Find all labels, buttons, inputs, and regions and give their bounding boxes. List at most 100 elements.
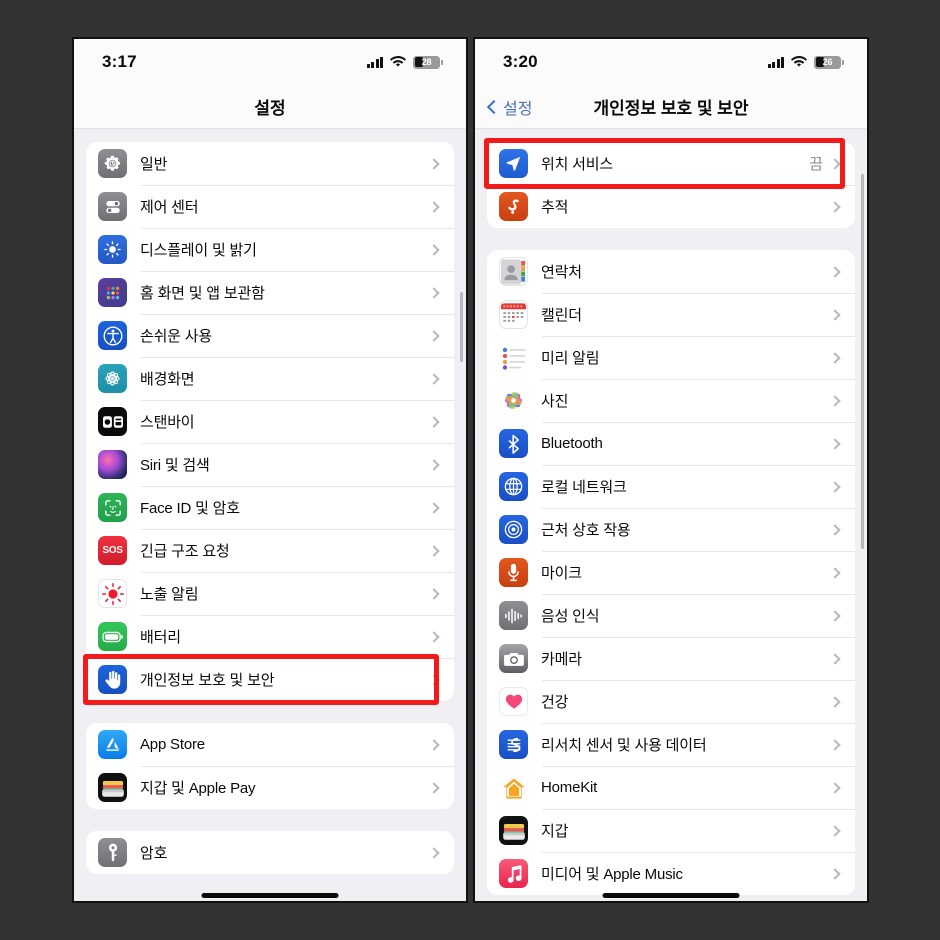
chevron-right-icon xyxy=(829,652,841,665)
list-row[interactable]: 근처 상호 작용 xyxy=(487,508,855,551)
list-row-label: 위치 서비스 xyxy=(541,156,613,173)
back-button[interactable]: 설정 xyxy=(486,95,532,119)
list-row[interactable]: 추적 xyxy=(487,185,855,228)
privacy-hand-icon xyxy=(98,665,127,694)
chevron-right-icon xyxy=(428,372,440,385)
control-center-icon xyxy=(98,192,127,221)
list-row[interactable]: 지갑 및 Apple Pay xyxy=(86,766,454,809)
list-row[interactable]: 리서치 센서 및 사용 데이터 xyxy=(487,723,855,766)
chevron-right-icon xyxy=(829,566,841,579)
list-row[interactable]: 로컬 네트워크 xyxy=(487,465,855,508)
chevron-right-icon xyxy=(829,437,841,450)
list-row[interactable]: 제어 센터 xyxy=(86,185,454,228)
list-row[interactable]: HomeKit xyxy=(487,766,855,809)
list-row-label: 노출 알림 xyxy=(140,586,199,603)
list-row-label: 건강 xyxy=(541,694,569,711)
chevron-right-icon xyxy=(829,609,841,622)
chevron-right-icon xyxy=(428,781,440,794)
list-row-label: 음성 인식 xyxy=(541,608,600,625)
standby-icon xyxy=(98,407,127,436)
list-row-label: Siri 및 검색 xyxy=(140,457,210,474)
page-title: 설정 xyxy=(254,99,286,118)
local-network-icon xyxy=(499,472,528,501)
list-row[interactable]: 개인정보 보호 및 보안 xyxy=(86,658,454,701)
chevron-right-icon xyxy=(829,523,841,536)
scrollbar-thumb[interactable] xyxy=(460,292,463,362)
screenshot-canvas: 3:17 28 설정 일반제어 센터디스플레이 및 밝기 홈 화면 및 앱 보관함… xyxy=(0,0,940,940)
list-row[interactable]: 배경화면 xyxy=(86,357,454,400)
list-row[interactable]: Face ID 및 암호 xyxy=(86,486,454,529)
list-row[interactable]: 카메라 xyxy=(487,637,855,680)
list-row-label: 추적 xyxy=(541,199,569,216)
brightness-icon xyxy=(98,235,127,264)
list-row-label: 마이크 xyxy=(541,565,582,582)
chevron-right-icon xyxy=(428,673,440,686)
list-row[interactable]: 연락처 xyxy=(487,250,855,293)
list-row[interactable]: 위치 서비스 끔 xyxy=(487,142,855,185)
list-row[interactable]: 사진 xyxy=(487,379,855,422)
wifi-icon xyxy=(791,56,807,68)
homekit-icon xyxy=(499,773,528,802)
list-row[interactable]: 일반 xyxy=(86,142,454,185)
exposure-notification-icon xyxy=(98,579,127,608)
health-heart-icon xyxy=(499,687,528,716)
settings-group: 위치 서비스 끔추적 xyxy=(487,142,855,228)
list-row[interactable]: 손쉬운 사용 xyxy=(86,314,454,357)
battery-icon: 26 xyxy=(814,55,844,69)
chevron-right-icon xyxy=(829,695,841,708)
right-status-bar: 3:20 26 xyxy=(475,39,867,85)
chevron-right-icon xyxy=(428,415,440,428)
list-row-label: 리서치 센서 및 사용 데이터 xyxy=(541,737,707,754)
list-row-label: 지갑 xyxy=(541,823,569,840)
battery-icon: 28 xyxy=(413,55,443,69)
list-row[interactable]: 마이크 xyxy=(487,551,855,594)
wifi-icon xyxy=(390,56,406,68)
list-row-label: 근처 상호 작용 xyxy=(541,522,631,539)
status-icon-group: 28 xyxy=(366,55,443,69)
list-row-label: 긴급 구조 요청 xyxy=(140,543,230,560)
list-row[interactable]: Bluetooth xyxy=(487,422,855,465)
list-row[interactable]: SOS 긴급 구조 요청 xyxy=(86,529,454,572)
list-row-label: 로컬 네트워크 xyxy=(541,479,627,496)
list-row-label: 카메라 xyxy=(541,651,582,668)
list-row[interactable]: 배터리 xyxy=(86,615,454,658)
list-row-label: 개인정보 보호 및 보안 xyxy=(140,672,275,689)
scrollbar-thumb[interactable] xyxy=(861,174,864,549)
left-settings-scroll[interactable]: 일반제어 센터디스플레이 및 밝기 홈 화면 및 앱 보관함 손쉬운 사용배경화면스… xyxy=(74,129,466,901)
right-phone-screen: 3:20 26 설정 개인정보 보호 및 보안 위치 서비스 끔 추적 연락처 캘 xyxy=(473,37,869,903)
list-row[interactable]: 스탠바이 xyxy=(86,400,454,443)
chevron-right-icon xyxy=(428,738,440,751)
chevron-right-icon xyxy=(829,781,841,794)
list-row-label: App Store xyxy=(140,736,205,753)
list-row-label: HomeKit xyxy=(541,779,598,796)
list-row[interactable]: 캘린더 xyxy=(487,293,855,336)
settings-group: 일반제어 센터디스플레이 및 밝기 홈 화면 및 앱 보관함 손쉬운 사용배경화면스… xyxy=(86,142,454,701)
page-title: 개인정보 보호 및 보안 xyxy=(593,99,749,118)
list-row[interactable]: 미디어 및 Apple Music xyxy=(487,852,855,895)
list-row[interactable]: 디스플레이 및 밝기 xyxy=(86,228,454,271)
face-id-icon xyxy=(98,493,127,522)
list-row-label: 제어 센터 xyxy=(140,199,199,216)
list-row[interactable]: 홈 화면 및 앱 보관함 xyxy=(86,271,454,314)
list-row-label: 배경화면 xyxy=(140,371,195,388)
list-row[interactable]: 미리 알림 xyxy=(487,336,855,379)
left-status-bar: 3:17 28 xyxy=(74,39,466,85)
microphone-icon xyxy=(499,558,528,587)
chevron-right-icon xyxy=(428,157,440,170)
battery-percent: 26 xyxy=(822,57,833,67)
right-settings-scroll[interactable]: 위치 서비스 끔추적연락처 캘린더 미리 알림 사진 Bluetooth 로컬 네트워크근처… xyxy=(475,129,867,901)
wallet-icon xyxy=(499,816,528,845)
list-row[interactable]: App Store xyxy=(86,723,454,766)
list-row-label: 스탠바이 xyxy=(140,414,195,431)
camera-icon xyxy=(499,644,528,673)
settings-group: 암호 xyxy=(86,831,454,874)
chevron-right-icon xyxy=(829,308,841,321)
list-row[interactable]: 암호 xyxy=(86,831,454,874)
list-row[interactable]: Siri 및 검색 xyxy=(86,443,454,486)
list-row-label: 일반 xyxy=(140,156,168,173)
list-row[interactable]: 노출 알림 xyxy=(86,572,454,615)
list-row[interactable]: 음성 인식 xyxy=(487,594,855,637)
list-row[interactable]: 건강 xyxy=(487,680,855,723)
chevron-right-icon xyxy=(829,480,841,493)
list-row[interactable]: 지갑 xyxy=(487,809,855,852)
